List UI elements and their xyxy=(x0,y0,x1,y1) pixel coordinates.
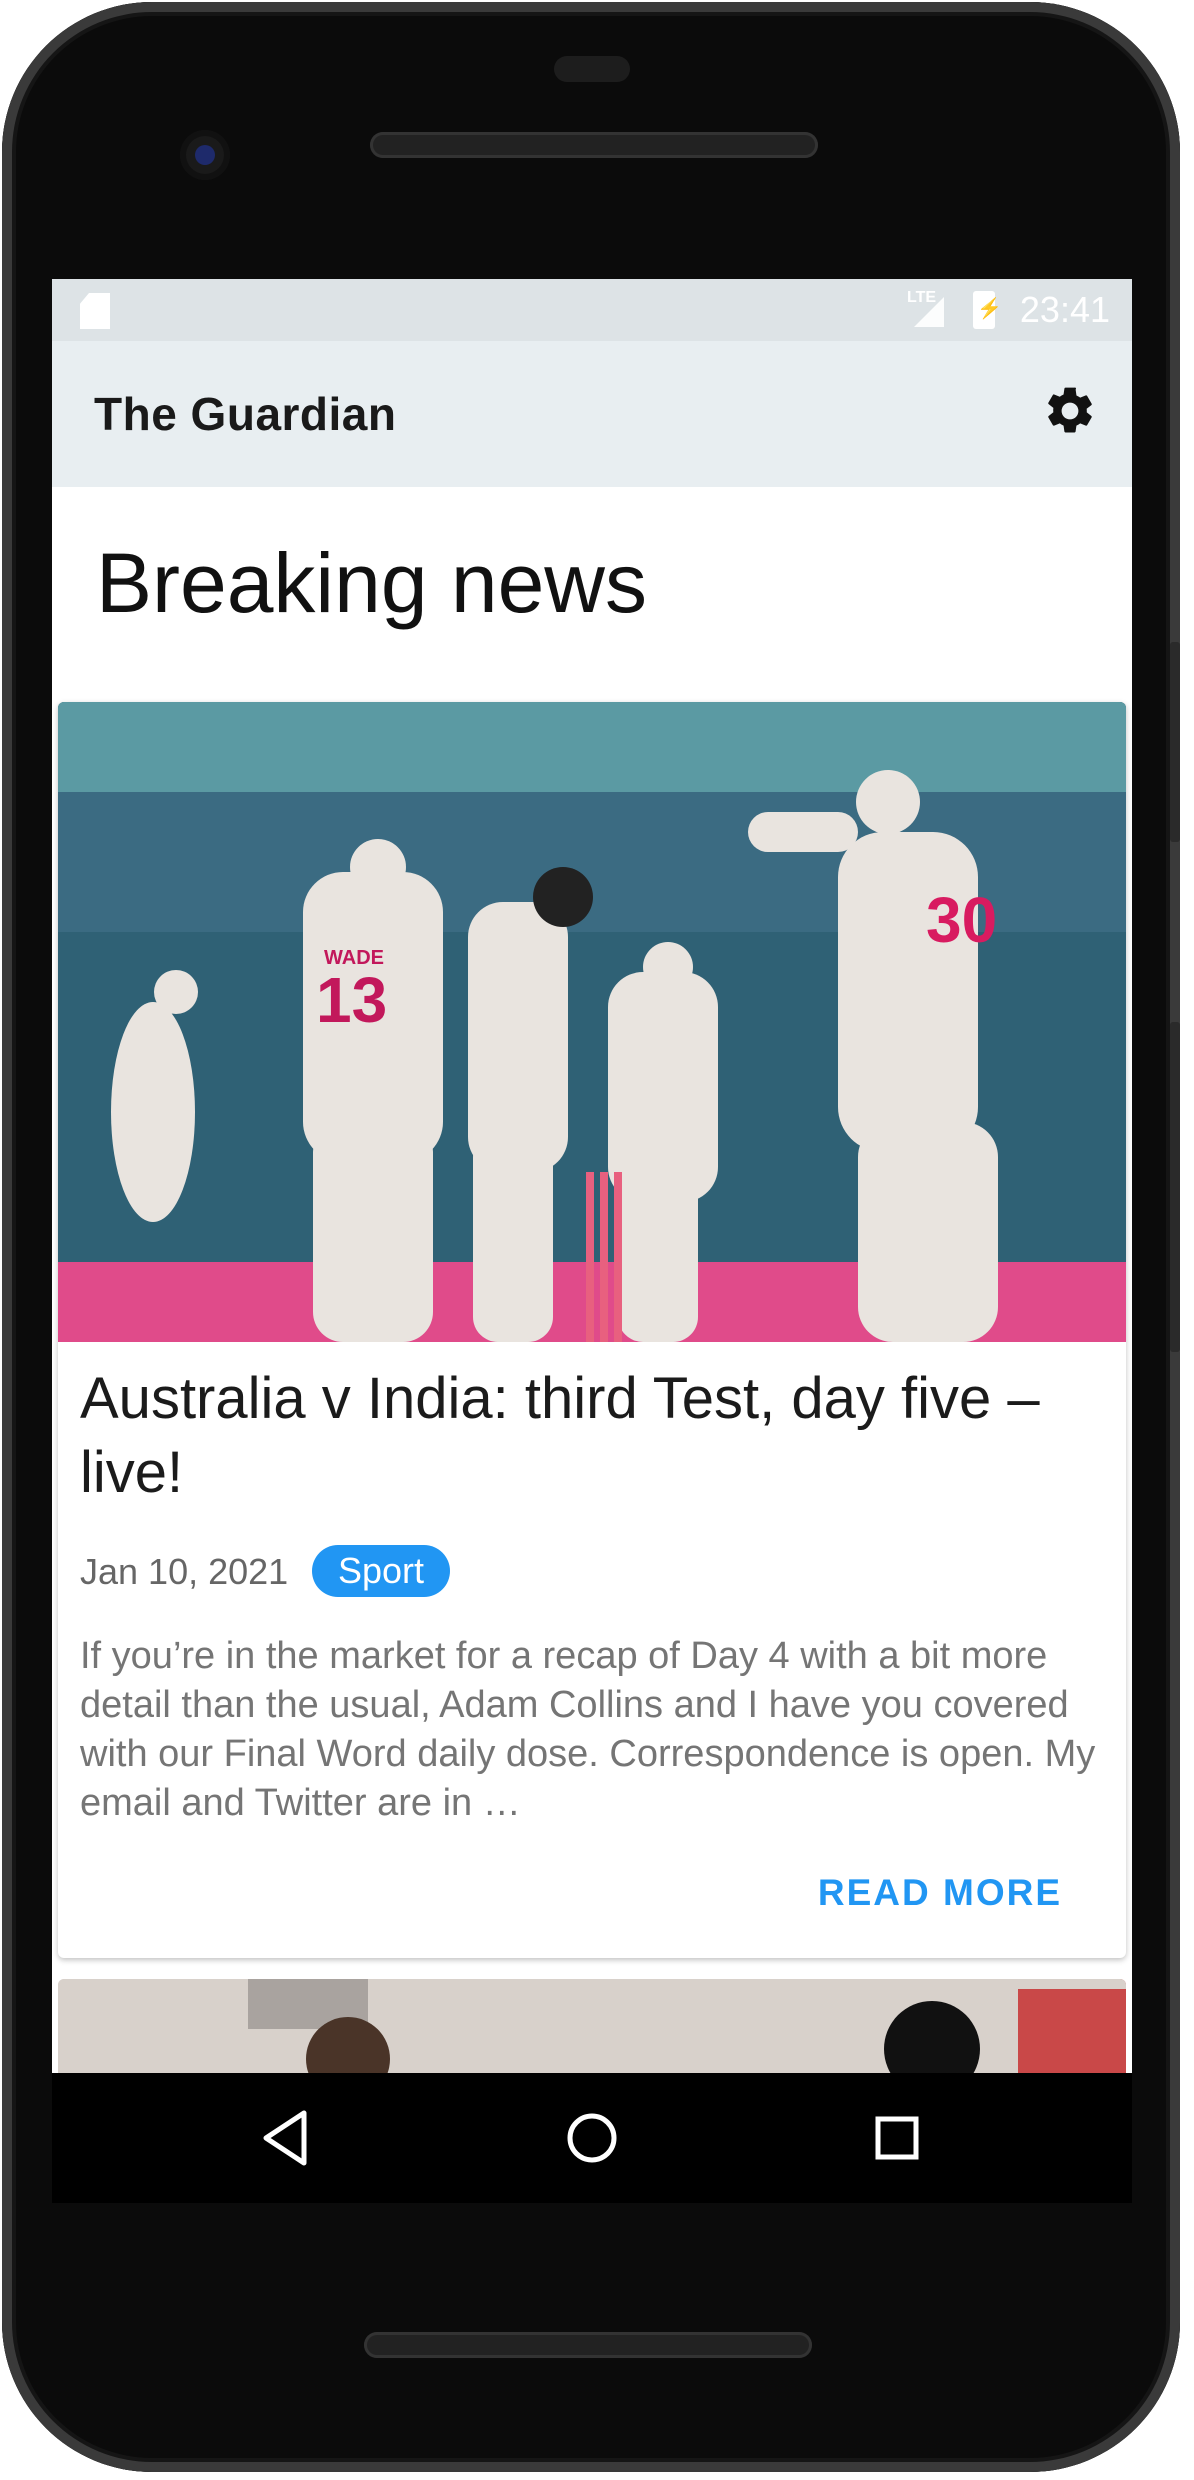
gear-icon[interactable] xyxy=(1042,383,1098,439)
battery-charging-icon: ⚡ xyxy=(973,291,1002,329)
read-more-button[interactable]: READ MORE xyxy=(818,1872,1062,1914)
sd-card-icon xyxy=(80,293,110,329)
app-title: The Guardian xyxy=(94,388,397,440)
jersey-number: 13 xyxy=(316,964,387,1036)
front-camera xyxy=(180,130,230,180)
section-badge: Sport xyxy=(312,1545,451,1597)
article-image: WADE 13 30 xyxy=(58,702,1126,1342)
app-bar: The Guardian xyxy=(52,341,1132,487)
earpiece xyxy=(554,56,630,82)
status-time: 23:41 xyxy=(1019,289,1110,330)
back-triangle-icon[interactable] xyxy=(252,2103,322,2173)
navigation-bar xyxy=(52,2073,1132,2203)
article-card-preview[interactable] xyxy=(58,1979,1126,2073)
article-image xyxy=(58,1979,1126,2073)
article-card[interactable]: WADE 13 30 Australia v India: third Test… xyxy=(58,702,1126,1958)
volume-button xyxy=(1170,1022,1180,1352)
power-button xyxy=(1170,642,1180,842)
screen: LTE ⚡ 23:41 The Guardian Breaking news W… xyxy=(52,279,1132,2073)
recents-square-icon[interactable] xyxy=(862,2103,932,2173)
article-title[interactable]: Australia v India: third Test, day five … xyxy=(80,1362,1100,1510)
article-trail: If you’re in the market for a recap of D… xyxy=(80,1635,1096,1824)
network-type: LTE xyxy=(907,289,937,306)
bottom-speaker xyxy=(364,2332,812,2358)
top-speaker xyxy=(370,132,818,158)
home-circle-icon[interactable] xyxy=(557,2103,627,2173)
status-bar: LTE ⚡ 23:41 xyxy=(52,279,1132,341)
page-heading: Breaking news xyxy=(96,536,647,630)
jersey-number: 30 xyxy=(926,884,997,956)
article-date: Jan 10, 2021 xyxy=(80,1551,289,1592)
